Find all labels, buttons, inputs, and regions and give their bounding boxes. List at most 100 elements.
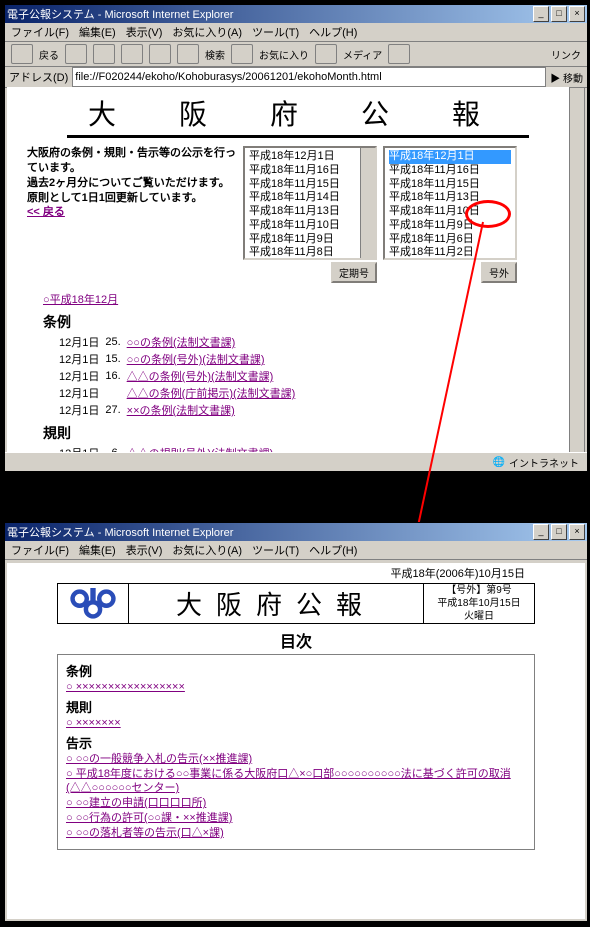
fav-label[interactable]: お気に入り — [259, 47, 309, 62]
intro-line: 原則として1日1回更新しています。 — [27, 191, 237, 206]
refresh-icon[interactable] — [121, 44, 143, 64]
gogai-button[interactable]: 号外 — [481, 262, 517, 283]
favorites-icon[interactable] — [231, 44, 253, 64]
list-item[interactable]: 平成18年11月15日 — [249, 178, 371, 192]
menu-help[interactable]: ヘルプ(H) — [309, 542, 357, 558]
menu-tools[interactable]: ツール(T) — [252, 24, 299, 40]
back-label[interactable]: 戻る — [39, 47, 59, 62]
doc-link[interactable]: ○○の条例(号外)(法制文書課) — [127, 354, 265, 366]
page-title: 大 阪 府 公 報 — [67, 93, 529, 138]
toc-link[interactable]: ○ ○○の一般競争入札の告示(××推進課) — [66, 753, 252, 765]
toc-link[interactable]: ○ ○○行為の許可(○○課・××推進課) — [66, 812, 232, 824]
table-row: 12月1日25.○○の条例(法制文書課) — [59, 334, 301, 351]
stop-icon[interactable] — [93, 44, 115, 64]
links-label[interactable]: リンク — [551, 47, 581, 62]
page-content: 平成18年(2006年)10月15日 大阪府公報 【号外】第9号 平成18年10… — [7, 563, 585, 919]
toc-heading: 目次 — [7, 628, 585, 652]
status-text: イントラネット — [509, 455, 579, 470]
list-item[interactable]: 平成18年11月14日 — [249, 191, 371, 205]
month-link[interactable]: ○平成18年12月 — [43, 291, 118, 307]
menu-file[interactable]: ファイル(F) — [11, 24, 69, 40]
intro-line: 大阪府の条例・規則・告示等の公示を行っています。 — [27, 146, 237, 176]
teiki-listbox[interactable]: 平成18年12月1日平成18年11月16日平成18年11月15日平成18年11月… — [243, 146, 377, 260]
list-item[interactable]: 平成18年11月10日 — [249, 219, 371, 233]
maximize-icon[interactable]: □ — [551, 524, 567, 540]
num-cell: 27. — [105, 402, 126, 419]
vertical-scrollbar[interactable] — [569, 87, 585, 453]
list-item[interactable]: 平成18年11月13日 — [389, 191, 511, 205]
date-cell: 12月1日 — [59, 385, 105, 402]
toc-link[interactable]: ○ ××××××× — [66, 717, 121, 729]
doc-link[interactable]: ○○の条例(法制文書課) — [127, 337, 236, 349]
menu-tools[interactable]: ツール(T) — [252, 542, 299, 558]
toolbar: 戻る 検索 お気に入り メディア リンク — [5, 42, 587, 67]
title-cell: △△の条例(庁前掲示)(法制文書課) — [127, 385, 302, 402]
list-item[interactable]: 平成18年11月13日 — [249, 205, 371, 219]
home-icon[interactable] — [149, 44, 171, 64]
page-content: 大 阪 府 公 報 大阪府の条例・規則・告示等の公示を行っています。 過去2ヶ月… — [7, 87, 569, 453]
list-item[interactable]: 平成18年11月16日 — [249, 164, 371, 178]
list-item[interactable]: 平成18年11月8日 — [249, 246, 371, 260]
issue-day: 火曜日 — [424, 610, 534, 623]
list-item[interactable]: 平成18年12月1日 — [389, 150, 511, 164]
fwd-icon[interactable] — [65, 44, 87, 64]
menu-fav[interactable]: お気に入り(A) — [172, 24, 242, 40]
titlebar: 電子公報システム - Microsoft Internet Explorer _… — [5, 5, 587, 23]
title-cell: ××の条例(法制文書課) — [127, 402, 302, 419]
scrollbar-icon[interactable] — [360, 148, 375, 258]
toc-link[interactable]: ○ 平成18年度における○○事業に係る大阪府口△×○口部○○○○○○○○○○法に… — [66, 768, 511, 795]
list-item: ○ ○○行為の許可(○○課・××推進課) — [66, 811, 526, 826]
menu-edit[interactable]: 編集(E) — [79, 542, 116, 558]
media-icon[interactable] — [315, 44, 337, 64]
menu-fav[interactable]: お気に入り(A) — [172, 542, 242, 558]
issue-no: 【号外】第9号 — [424, 584, 534, 597]
list-item[interactable]: 平成18年11月6日 — [389, 233, 511, 247]
doc-link[interactable]: △△の条例(号外)(法制文書課) — [127, 371, 274, 383]
close-icon[interactable]: × — [569, 524, 585, 540]
doc-link[interactable]: △△の条例(庁前掲示)(法制文書課) — [127, 388, 296, 400]
history-icon[interactable] — [388, 44, 410, 64]
issue-box: 【号外】第9号 平成18年10月15日 火曜日 — [424, 583, 535, 624]
minimize-icon[interactable]: _ — [533, 524, 549, 540]
toc-link[interactable]: ○ ○○建立の申請(口口口口所) — [66, 797, 206, 809]
date-cell: 12月1日 — [59, 334, 105, 351]
list-item[interactable]: 平成18年11月15日 — [389, 178, 511, 192]
menu-view[interactable]: 表示(V) — [126, 24, 163, 40]
toc-link[interactable]: ○ ○○の落札者等の告示(口△×課) — [66, 827, 224, 839]
category-kokuji: 告示 — [66, 733, 526, 752]
maximize-icon[interactable]: □ — [551, 6, 567, 22]
menubar: ファイル(F) 編集(E) 表示(V) お気に入り(A) ツール(T) ヘルプ(… — [5, 23, 587, 42]
title-cell: △△の条例(号外)(法制文書課) — [127, 368, 302, 385]
back-link[interactable]: << 戻る — [27, 206, 65, 218]
window-title: 電子公報システム - Microsoft Internet Explorer — [7, 524, 233, 540]
menu-help[interactable]: ヘルプ(H) — [309, 24, 357, 40]
window-sys-buttons: _ □ × — [533, 524, 585, 540]
list-item[interactable]: 平成18年11月16日 — [389, 164, 511, 178]
list-item[interactable]: 平成18年11月9日 — [389, 219, 511, 233]
list-item: ○ ○○の落札者等の告示(口△×課) — [66, 826, 526, 841]
doc-link[interactable]: ××の条例(法制文書課) — [127, 405, 235, 417]
address-input[interactable] — [72, 67, 546, 87]
menu-edit[interactable]: 編集(E) — [79, 24, 116, 40]
menu-file[interactable]: ファイル(F) — [11, 542, 69, 558]
search-label[interactable]: 検索 — [205, 47, 225, 62]
media-label[interactable]: メディア — [343, 47, 382, 62]
list-item[interactable]: 平成18年11月10日 — [389, 205, 511, 219]
table-row: 12月1日27.××の条例(法制文書課) — [59, 402, 301, 419]
search-icon[interactable] — [177, 44, 199, 64]
bottom-window: 電子公報システム - Microsoft Internet Explorer _… — [4, 522, 588, 922]
toc-link[interactable]: ○ ××××××××××××××××× — [66, 681, 185, 693]
minimize-icon[interactable]: _ — [533, 6, 549, 22]
go-button[interactable]: ▶ 移動 — [550, 70, 583, 85]
list-item[interactable]: 平成18年11月2日 — [389, 246, 511, 260]
list-item[interactable]: 平成18年11月9日 — [249, 233, 371, 247]
num-cell: 15. — [105, 351, 126, 368]
back-icon[interactable] — [11, 44, 33, 64]
menu-view[interactable]: 表示(V) — [126, 542, 163, 558]
list-item: ○ ○○の一般競争入札の告示(××推進課) — [66, 752, 526, 767]
gogai-listbox[interactable]: 平成18年12月1日平成18年11月16日平成18年11月15日平成18年11月… — [383, 146, 517, 260]
teiki-button[interactable]: 定期号 — [331, 262, 377, 283]
list-item[interactable]: 平成18年12月1日 — [249, 150, 371, 164]
list-item: ○ 平成18年度における○○事業に係る大阪府口△×○口部○○○○○○○○○○法に… — [66, 767, 526, 797]
close-icon[interactable]: × — [569, 6, 585, 22]
